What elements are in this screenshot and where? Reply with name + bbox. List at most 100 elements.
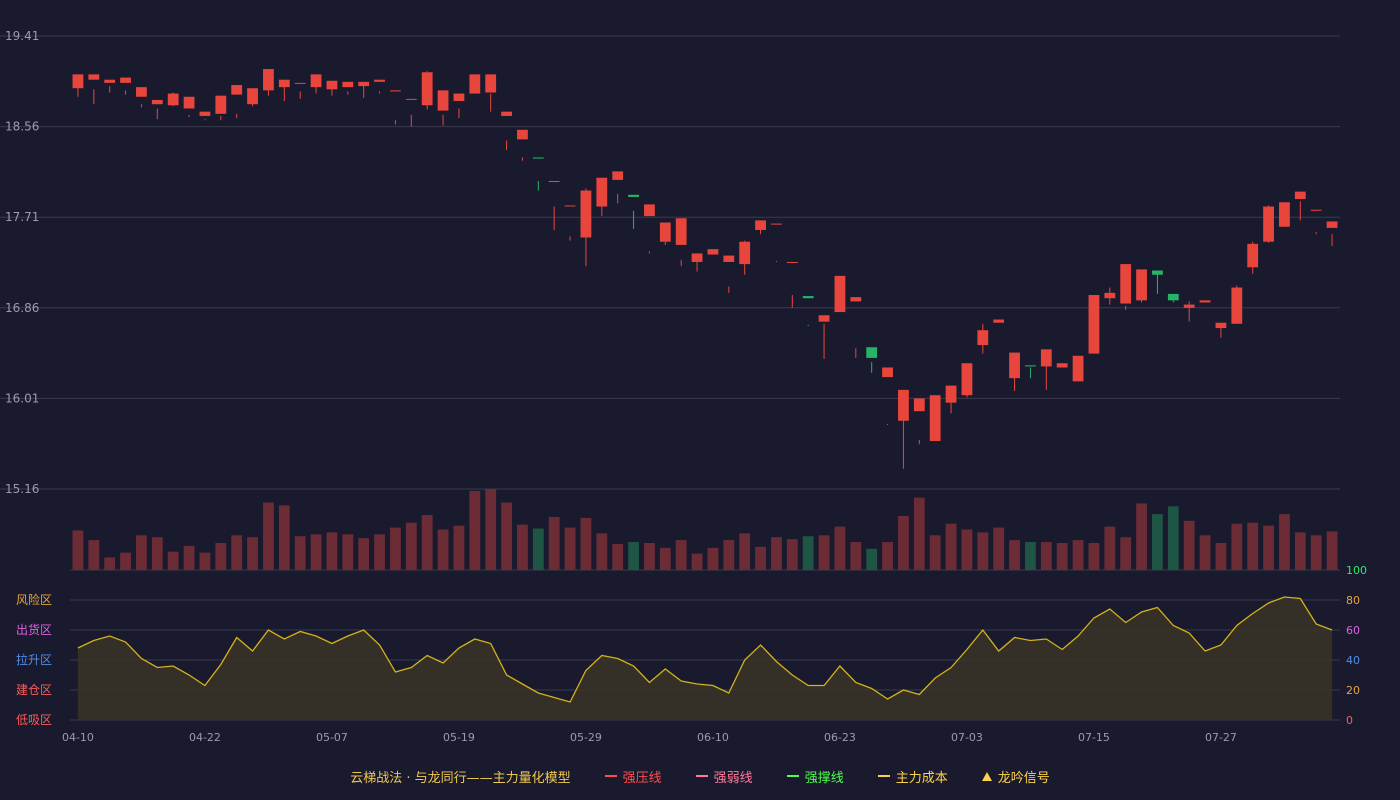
candle-body (755, 220, 766, 230)
candle-body (596, 177, 608, 207)
volume-bar (659, 547, 671, 570)
candle-body (850, 297, 862, 302)
volume-bar (739, 533, 751, 570)
candle-body (786, 261, 798, 263)
candle-body (675, 218, 687, 245)
volume-bar (1231, 523, 1243, 570)
candle-body (1104, 292, 1116, 299)
candle-body (120, 77, 131, 83)
candle-body (104, 79, 116, 83)
candle-body (802, 296, 814, 299)
candle-body (1326, 221, 1338, 228)
indicator-zone-label: 出货区 (16, 622, 52, 637)
volume-bar (1247, 522, 1259, 570)
legend-label: 强撑线 (804, 770, 844, 786)
candle-body (723, 255, 735, 262)
volume-bar (72, 530, 84, 570)
volume-bar (675, 540, 687, 570)
volume-bar (786, 539, 798, 570)
volume-bar (691, 553, 703, 570)
volume-bar (818, 535, 830, 570)
indicator-zone-label: 建仓区 (16, 683, 52, 697)
indicator-zone-label: 拉升区 (16, 652, 52, 667)
volume-bar (469, 490, 481, 570)
volume-bar (517, 524, 528, 570)
volume-bar (564, 527, 576, 570)
candle-body (771, 223, 782, 225)
candle-body (437, 90, 449, 111)
legend-title: 云梯战法 · 与龙同行——主力量化模型 (350, 767, 570, 786)
candle-body (469, 74, 481, 94)
candle-body (1231, 287, 1243, 324)
x-tick-label: 04-10 (62, 731, 94, 744)
volume-bar (215, 543, 227, 570)
main-cost-line-icon (877, 775, 890, 777)
volume-bar (1009, 540, 1020, 570)
legend-label: 龙吟信号 (997, 770, 1050, 786)
price-tick-label: 16.01 (5, 391, 39, 405)
legend-item-main-cost[interactable]: 主力成本 (877, 767, 948, 786)
candle-body (1056, 363, 1068, 368)
volume-bar (866, 548, 878, 570)
volume-bar (1167, 506, 1179, 570)
candle-body (231, 85, 243, 95)
candle-body (405, 98, 417, 100)
legend-item-signal[interactable]: 龙吟信号 (981, 767, 1050, 786)
candle-body (818, 315, 830, 322)
candle-body (136, 87, 147, 97)
x-tick-label: 05-07 (316, 731, 348, 744)
volume-bar (501, 502, 512, 570)
candle-body (88, 74, 100, 80)
candle-body (358, 81, 370, 87)
candle-body (1136, 269, 1147, 301)
volume-bar (1040, 542, 1052, 570)
candle-body (310, 74, 322, 88)
volume-bar (342, 534, 354, 570)
x-tick-label: 06-10 (697, 731, 729, 744)
legend-label: 主力成本 (895, 770, 948, 786)
volume-bar (421, 515, 433, 570)
candle-body (612, 171, 624, 180)
volume-bar (961, 529, 973, 570)
candle-body (1025, 365, 1036, 367)
volume-bar (453, 525, 465, 570)
candle-body (866, 347, 878, 358)
volume-bar (390, 527, 401, 570)
volume-bar (1056, 543, 1068, 570)
volume-bar (136, 535, 147, 570)
volume-bar (723, 540, 735, 570)
candle-body (1040, 349, 1052, 367)
volume-bar (485, 489, 497, 570)
legend-item-strength[interactable]: 强弱线 (695, 767, 753, 786)
volume-bar (945, 523, 957, 570)
candle-body (961, 363, 973, 396)
legend-item-support[interactable]: 强撑线 (786, 767, 844, 786)
price-tick-label: 17.71 (5, 210, 39, 224)
indicator-area (77, 597, 1333, 720)
volume-bar (1183, 520, 1195, 570)
volume-bar (612, 543, 624, 570)
candle-body (342, 81, 354, 88)
candle-body (1310, 209, 1322, 211)
legend: 云梯战法 · 与龙同行——主力量化模型 强压线 强弱线 强撑线 主力成本 龙吟信… (0, 766, 1400, 786)
indicator-right-tick: 60 (1346, 624, 1360, 637)
price-tick-label: 16.86 (5, 301, 39, 315)
legend-label: 强弱线 (713, 770, 753, 786)
volume-bar (199, 552, 211, 570)
candle-body (1072, 355, 1084, 382)
candle-body (517, 129, 528, 140)
candle-body (199, 111, 211, 116)
candle-body (215, 95, 227, 114)
stock-chart: 19.41 18.56 17.71 16.86 16.01 15.16 100 80 60 40 2… (0, 29, 1367, 744)
volume-bar (326, 532, 338, 570)
volume-bar (913, 497, 925, 570)
volume-bar (88, 540, 100, 570)
indicator-right-tick: 0 (1346, 714, 1353, 727)
indicator-zone-label: 风险区 (16, 592, 52, 607)
volume-bar (1025, 542, 1036, 570)
candle-body (278, 79, 290, 88)
candle-body (1009, 352, 1020, 379)
indicator-right-tick: 100 (1346, 564, 1367, 577)
candle-body (1183, 304, 1195, 308)
legend-item-resistance[interactable]: 强压线 (604, 767, 662, 786)
